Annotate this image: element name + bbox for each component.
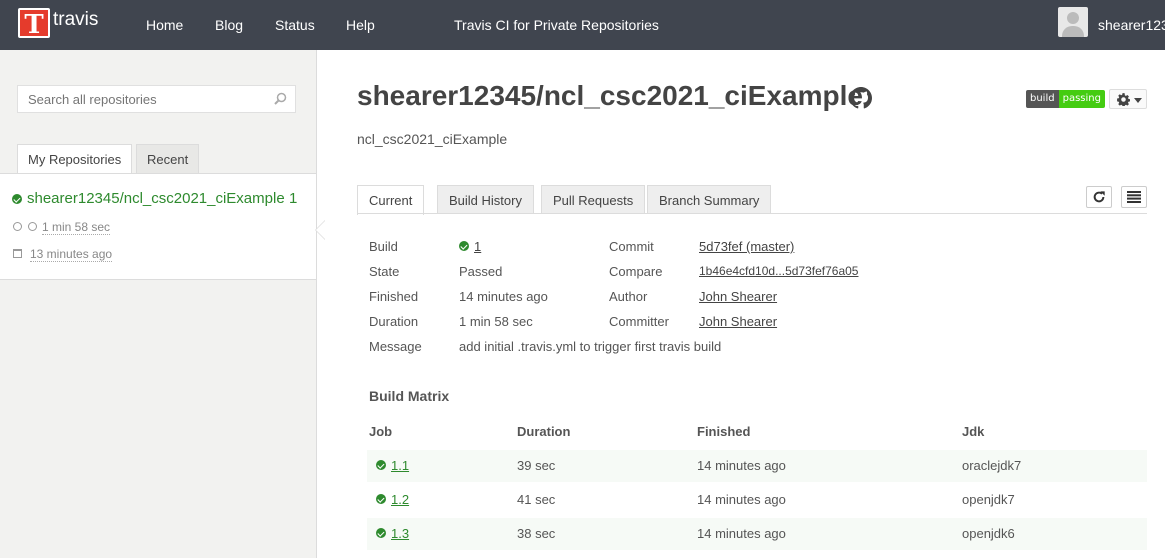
settings-dropdown-button[interactable] (1109, 89, 1147, 109)
repo-list-item-duration: 1 min 58 sec (42, 220, 111, 235)
column-header-duration: Duration (517, 424, 571, 439)
column-header-finished: Finished (697, 424, 751, 439)
repo-list-item-name[interactable]: shearer12345/ncl_csc2021_ciExample (27, 190, 285, 207)
column-header-job: Job (369, 424, 393, 439)
column-header-jdk: Jdk (962, 424, 985, 439)
calendar-icon (13, 249, 22, 258)
job-duration: 41 sec (517, 492, 556, 507)
finished-label: Finished (369, 289, 419, 304)
table-row[interactable]: 1.1 39 sec 14 minutes ago oraclejdk7 (367, 450, 1147, 482)
committer-link[interactable]: John Shearer (699, 314, 777, 329)
table-row[interactable]: 1.2 41 sec 14 minutes ago openjdk7 (367, 484, 1147, 516)
author-link[interactable]: John Shearer (699, 289, 777, 304)
page-title[interactable]: shearer12345/ncl_csc2021_ciExample (357, 80, 863, 112)
message-label: Message (369, 339, 422, 354)
nav-status-link[interactable]: Status (275, 17, 315, 33)
job-jdk: oraclejdk7 (962, 458, 1022, 473)
repo-description: ncl_csc2021_ciExample (357, 131, 508, 147)
search-icon[interactable] (274, 92, 287, 105)
job-finished: 14 minutes ago (697, 492, 786, 507)
duration-value: 1 min 58 sec (459, 314, 533, 329)
tab-current[interactable]: Current (357, 185, 425, 215)
view-log-button[interactable] (1121, 186, 1147, 208)
job-jdk: openjdk7 (962, 492, 1015, 507)
travis-logo-icon: T (18, 8, 50, 40)
commit-link[interactable]: 5d73fef (master) (699, 239, 794, 254)
top-navigation-bar: T travis Home Blog Status Help Travis CI… (0, 0, 1165, 50)
sidebar: My Repositories Recent shearer12345/ncl_… (0, 50, 317, 558)
job-link[interactable]: 1.2 (391, 492, 409, 507)
nav-blog-link[interactable]: Blog (215, 17, 243, 33)
passed-status-icon (376, 460, 386, 470)
nav-private-repos-link[interactable]: Travis CI for Private Repositories (454, 17, 659, 33)
build-label: Build (369, 239, 398, 254)
job-link[interactable]: 1.1 (391, 458, 409, 473)
github-icon[interactable] (850, 87, 872, 109)
refresh-icon (1093, 191, 1105, 203)
gear-icon (1117, 93, 1130, 106)
job-duration: 38 sec (517, 526, 556, 541)
badge-status: passing (1058, 90, 1105, 108)
tab-recent[interactable]: Recent (136, 144, 200, 174)
job-duration: 39 sec (517, 458, 556, 473)
repo-list-item[interactable]: shearer12345/ncl_csc2021_ciExample 1 1 m… (0, 174, 316, 280)
duration-label: Duration (369, 314, 419, 329)
passed-status-icon (459, 241, 469, 251)
job-link[interactable]: 1.3 (391, 526, 409, 541)
build-status-badge[interactable]: build passing (1026, 90, 1105, 108)
repo-list-item-finished: 13 minutes ago (30, 247, 113, 262)
chevron-down-icon (1134, 98, 1142, 103)
search-input[interactable] (28, 86, 268, 112)
repo-list-item-build-number[interactable]: 1 (289, 190, 297, 207)
clock-icon (28, 222, 37, 231)
compare-label: Compare (609, 264, 663, 279)
travis-logo-text: travis (53, 9, 99, 30)
passed-status-icon (376, 528, 386, 538)
build-matrix-title: Build Matrix (369, 388, 450, 404)
travis-logo[interactable]: T travis (18, 8, 99, 40)
author-label: Author (609, 289, 648, 304)
committer-label: Committer (609, 314, 669, 329)
passed-status-icon (12, 194, 22, 204)
commit-label: Commit (609, 239, 654, 254)
job-finished: 14 minutes ago (697, 458, 786, 473)
message-value: add initial .travis.yml to trigger first… (459, 339, 722, 354)
job-finished: 14 minutes ago (697, 526, 786, 541)
build-number-link[interactable]: 1 (474, 239, 481, 254)
nav-help-link[interactable]: Help (346, 17, 375, 33)
username-link[interactable]: shearer12345 (1098, 17, 1165, 33)
compare-link[interactable]: 1b46e4cfd10d...5d73fef76a05 (699, 264, 858, 278)
badge-label: build (1026, 90, 1059, 108)
search-box (17, 85, 296, 113)
restart-build-button[interactable] (1086, 186, 1112, 208)
job-jdk: openjdk6 (962, 526, 1015, 541)
tab-branch-summary[interactable]: Branch Summary (647, 185, 772, 214)
nav-home-link[interactable]: Home (146, 17, 183, 33)
passed-status-icon (376, 494, 386, 504)
tab-build-history[interactable]: Build History (437, 185, 534, 214)
selection-caret (316, 221, 325, 239)
avatar[interactable] (1058, 7, 1088, 37)
tab-pull-requests[interactable]: Pull Requests (541, 185, 646, 214)
list-icon (1127, 191, 1141, 203)
table-row[interactable]: 1.3 38 sec 14 minutes ago openjdk6 (367, 518, 1147, 550)
tabs-divider (357, 213, 1147, 214)
tab-my-repositories[interactable]: My Repositories (17, 144, 133, 175)
state-label: State (369, 264, 400, 279)
finished-value: 14 minutes ago (459, 289, 548, 304)
state-value: Passed (459, 264, 503, 279)
clock-icon (13, 222, 22, 231)
